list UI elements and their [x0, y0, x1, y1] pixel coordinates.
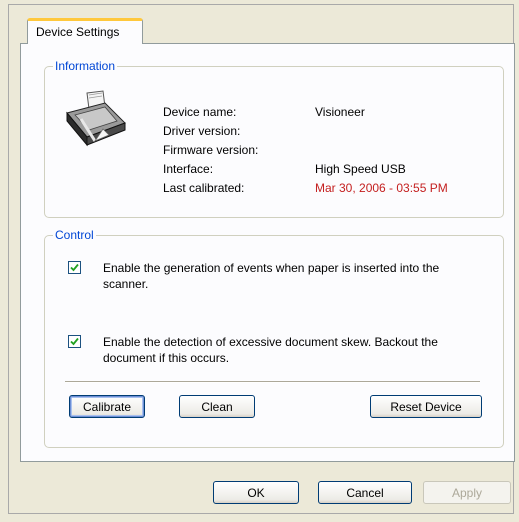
driver-version-label: Driver version:	[163, 124, 241, 138]
device-settings-dialog: Device Settings Information Device name:…	[0, 0, 519, 522]
tab-panel: Information Device name: Visioneer Drive…	[20, 43, 515, 462]
device-name-label: Device name:	[163, 105, 237, 119]
check-mark-icon	[70, 263, 79, 272]
information-legend: Information	[53, 59, 118, 73]
info-row-last-calibrated: Last calibrated: Mar 30, 2006 - 03:55 PM	[163, 181, 493, 197]
device-name-value: Visioneer	[315, 105, 365, 119]
interface-value: High Speed USB	[315, 162, 406, 176]
firmware-version-label: Firmware version:	[163, 143, 259, 157]
information-group: Information Device name: Visioneer Drive…	[44, 59, 504, 218]
cancel-button[interactable]: Cancel	[318, 481, 412, 504]
tab-label: Device Settings	[36, 25, 120, 39]
ok-button[interactable]: OK	[213, 481, 299, 504]
clean-button[interactable]: Clean	[179, 395, 255, 418]
info-row-interface: Interface: High Speed USB	[163, 162, 493, 178]
info-row-device-name: Device name: Visioneer	[163, 105, 493, 121]
apply-button[interactable]: Apply	[423, 481, 511, 504]
info-row-firmware-version: Firmware version:	[163, 143, 493, 159]
control-legend: Control	[53, 228, 96, 242]
control-group: Control Enable the generation of events …	[44, 228, 504, 448]
scanner-icon	[65, 89, 127, 149]
control-separator	[65, 381, 480, 383]
events-checkbox[interactable]	[68, 261, 81, 274]
last-calibrated-label: Last calibrated:	[163, 181, 245, 195]
last-calibrated-value: Mar 30, 2006 - 03:55 PM	[315, 181, 448, 195]
tab-device-settings[interactable]: Device Settings	[27, 18, 143, 44]
skew-checkbox-label: Enable the detection of excessive docume…	[103, 335, 438, 365]
events-checkbox-label: Enable the generation of events when pap…	[103, 261, 440, 291]
reset-device-button[interactable]: Reset Device	[370, 395, 482, 418]
interface-label: Interface:	[163, 162, 214, 176]
info-row-driver-version: Driver version:	[163, 124, 493, 140]
check-mark-icon	[70, 337, 79, 346]
skew-checkbox[interactable]	[68, 335, 81, 348]
calibrate-button[interactable]: Calibrate	[69, 395, 145, 418]
